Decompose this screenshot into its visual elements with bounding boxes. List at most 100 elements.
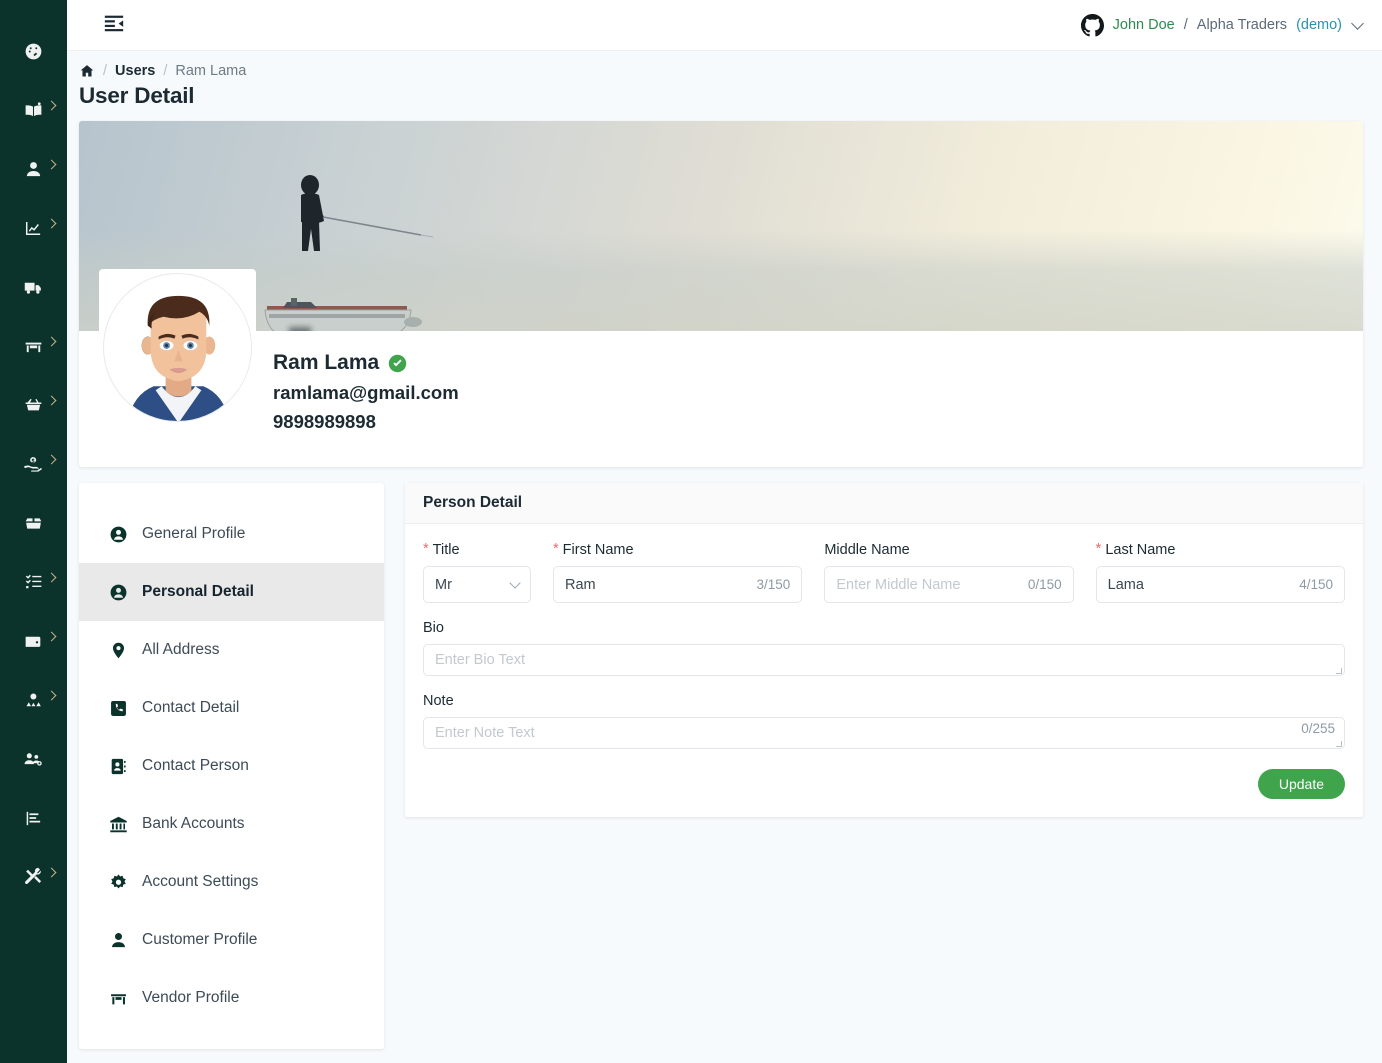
sidebar-item-all-address[interactable]: All Address <box>79 621 384 679</box>
primary-icon-rail <box>0 0 67 1063</box>
boat-icon <box>264 298 422 331</box>
rail-item-inventory[interactable] <box>0 494 67 553</box>
sidebar-item-contact-person[interactable]: Contact Person <box>79 737 384 795</box>
chevron-down-icon <box>1351 16 1364 30</box>
first-name-field-group: * First Name Ram 3/150 <box>553 541 803 603</box>
person-detail-card: Person Detail * Title Mr * First Name Ra… <box>405 483 1363 817</box>
chevron-right-icon <box>46 867 57 878</box>
middle-name-label-text: Middle Name <box>824 542 910 558</box>
rail-item-users[interactable] <box>0 140 67 199</box>
sidebar-item-label: All Address <box>142 641 220 658</box>
required-marker: * <box>1095 541 1102 557</box>
people-group-icon <box>23 690 44 711</box>
required-marker: * <box>553 541 559 557</box>
note-counter: 0/255 <box>1301 721 1335 736</box>
top-bar: John Doe / Alpha Traders (demo) <box>67 0 1382 51</box>
chevron-right-icon <box>46 159 57 170</box>
account-menu[interactable]: John Doe / Alpha Traders (demo) <box>1080 13 1364 37</box>
rail-item-shipping[interactable] <box>0 258 67 317</box>
resize-grip-icon[interactable] <box>1336 741 1342 747</box>
first-name-input[interactable]: Ram 3/150 <box>553 566 803 603</box>
middle-name-counter: 0/150 <box>1027 577 1062 592</box>
last-name-input[interactable]: Lama 4/150 <box>1095 566 1345 603</box>
middle-name-placeholder: Enter Middle Name <box>836 576 961 593</box>
fisherman-silhouette-icon <box>301 175 434 251</box>
rail-item-analytics[interactable] <box>0 789 67 848</box>
page-title: User Detail <box>79 83 195 108</box>
breadcrumb-item-current: Ram Lama <box>175 63 247 79</box>
profile-summary: Ram Lama ramlama@gmail.com 9898989898 <box>79 331 1363 467</box>
sidebar-item-contact-detail[interactable]: Contact Detail <box>79 679 384 737</box>
bio-textarea[interactable]: Enter Bio Text <box>423 644 1345 676</box>
sidebar-item-vendor-profile[interactable]: Vendor Profile <box>79 969 384 1027</box>
note-label: Note <box>423 693 454 709</box>
sidebar-item-general-profile[interactable]: General Profile <box>79 505 384 563</box>
breadcrumb-separator-2: / <box>163 63 168 79</box>
account-org-name: Alpha Traders <box>1196 17 1288 33</box>
rail-item-catalog[interactable] <box>0 81 67 140</box>
last-name-label: * Last Name <box>1096 542 1345 558</box>
breadcrumb-item-users[interactable]: Users <box>115 63 155 79</box>
menu-fold-button[interactable] <box>103 12 125 39</box>
resize-grip-icon[interactable] <box>1336 668 1342 674</box>
rail-item-team-settings[interactable] <box>0 730 67 789</box>
sidebar-item-personal-detail[interactable]: Personal Detail <box>79 563 384 621</box>
rail-item-reports[interactable] <box>0 199 67 258</box>
bar-chart-icon <box>23 808 44 829</box>
chevron-right-icon <box>46 690 57 701</box>
sidebar-item-customer-profile[interactable]: Customer Profile <box>79 911 384 969</box>
rail-item-dashboard[interactable] <box>0 22 67 81</box>
title-select[interactable]: Mr <box>423 566 531 603</box>
account-user-name: John Doe <box>1112 17 1175 33</box>
title-label-text: Title <box>432 542 460 558</box>
sidebar-item-bank-accounts[interactable]: Bank Accounts <box>79 795 384 853</box>
checklist-icon <box>23 572 44 593</box>
home-icon[interactable] <box>79 63 95 79</box>
form-heading: Person Detail <box>405 483 1363 524</box>
avatar[interactable] <box>103 273 252 422</box>
sidebar-item-account-settings[interactable]: Account Settings <box>79 853 384 911</box>
required-marker: * <box>423 541 429 557</box>
open-box-icon <box>23 513 44 534</box>
title-field-group: * Title Mr <box>423 542 531 603</box>
last-name-label-text: Last Name <box>1105 542 1176 558</box>
form-actions: Update <box>423 769 1345 799</box>
profile-name: Ram Lama <box>273 351 380 374</box>
update-button[interactable]: Update <box>1257 769 1345 799</box>
rail-item-wallet[interactable] <box>0 612 67 671</box>
account-env-badge: (demo) <box>1296 17 1342 33</box>
user-circle-icon <box>109 583 128 602</box>
chevron-right-icon <box>46 218 57 229</box>
chevron-right-icon <box>46 572 57 583</box>
rail-item-tasks[interactable] <box>0 553 67 612</box>
github-icon <box>1080 13 1104 37</box>
rail-item-customers[interactable] <box>0 671 67 730</box>
truck-icon <box>23 277 44 298</box>
store-icon <box>109 989 128 1008</box>
chevron-down-icon <box>509 576 521 589</box>
profile-phone: 9898989898 <box>273 411 376 432</box>
rail-item-tools[interactable] <box>0 848 67 907</box>
account-separator: / <box>1183 17 1188 33</box>
rail-item-payments[interactable] <box>0 435 67 494</box>
map-pin-icon <box>109 641 128 660</box>
main-column: John Doe / Alpha Traders (demo) / Users … <box>67 0 1382 1063</box>
rail-item-purchase[interactable] <box>0 376 67 435</box>
rail-item-store[interactable] <box>0 317 67 376</box>
person-icon <box>109 931 128 950</box>
breadcrumb-separator-1: / <box>103 63 108 79</box>
sidebar-item-label: Bank Accounts <box>142 815 245 832</box>
sidebar-item-label: General Profile <box>142 525 246 542</box>
sidebar-item-label: Contact Detail <box>142 699 240 716</box>
chevron-right-icon <box>46 336 57 347</box>
detail-layout: General Profile Personal Detail All Addr… <box>79 483 1363 1049</box>
middle-name-input[interactable]: Enter Middle Name 0/150 <box>824 566 1074 603</box>
breadcrumb: / Users / Ram Lama <box>73 63 1363 79</box>
phone-square-icon <box>109 699 128 718</box>
bio-placeholder: Enter Bio Text <box>435 652 526 668</box>
chevron-right-icon <box>46 631 57 642</box>
users-cog-icon <box>23 749 44 770</box>
note-textarea[interactable]: Enter Note Text 0/255 <box>423 717 1345 749</box>
first-name-label-text: First Name <box>562 542 634 558</box>
sidebar-item-label: Vendor Profile <box>142 989 240 1006</box>
